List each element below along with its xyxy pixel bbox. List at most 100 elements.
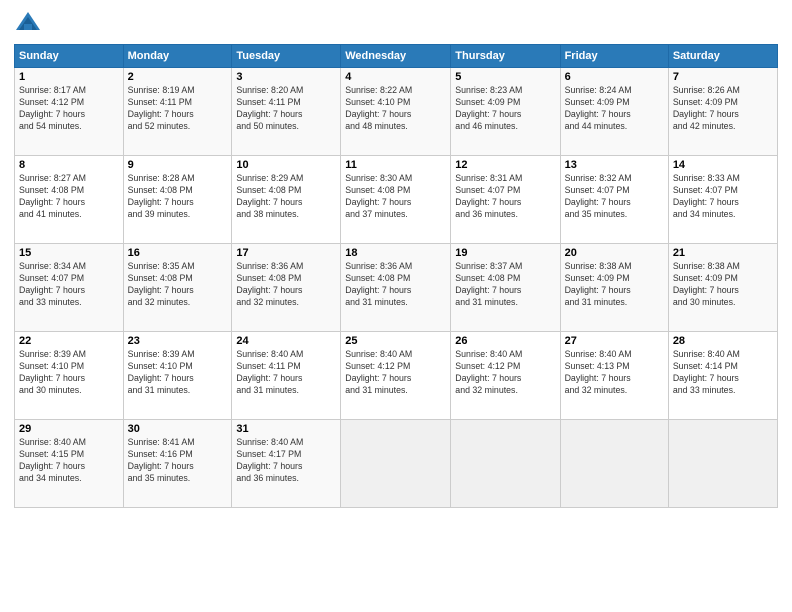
day-info: Sunrise: 8:20 AM Sunset: 4:11 PM Dayligh… <box>236 85 336 133</box>
calendar-cell: 25 Sunrise: 8:40 AM Sunset: 4:12 PM Dayli… <box>341 332 451 420</box>
calendar-week-row: 1 Sunrise: 8:17 AM Sunset: 4:12 PM Daylig… <box>15 68 778 156</box>
day-number: 20 <box>565 247 664 259</box>
calendar-week-row: 8 Sunrise: 8:27 AM Sunset: 4:08 PM Daylig… <box>15 156 778 244</box>
day-info: Sunrise: 8:39 AM Sunset: 4:10 PM Dayligh… <box>128 349 228 397</box>
calendar-cell: 8 Sunrise: 8:27 AM Sunset: 4:08 PM Daylig… <box>15 156 124 244</box>
calendar-cell: 2 Sunrise: 8:19 AM Sunset: 4:11 PM Daylig… <box>123 68 232 156</box>
day-number: 2 <box>128 71 228 83</box>
calendar-cell: 14 Sunrise: 8:33 AM Sunset: 4:07 PM Dayli… <box>668 156 777 244</box>
day-info: Sunrise: 8:38 AM Sunset: 4:09 PM Dayligh… <box>673 261 773 309</box>
calendar-cell: 6Sunrise: 8:24 AM Sunset: 4:09 PM Daylig… <box>560 68 668 156</box>
calendar-cell: 11 Sunrise: 8:30 AM Sunset: 4:08 PM Dayli… <box>341 156 451 244</box>
day-number: 8 <box>19 159 119 171</box>
calendar-cell: 24 Sunrise: 8:40 AM Sunset: 4:11 PM Dayli… <box>232 332 341 420</box>
day-info: Sunrise: 8:23 AM Sunset: 4:09 PM Dayligh… <box>455 85 555 133</box>
day-info: Sunrise: 8:40 AM Sunset: 4:11 PM Dayligh… <box>236 349 336 397</box>
calendar-cell: 15 Sunrise: 8:34 AM Sunset: 4:07 PM Dayli… <box>15 244 124 332</box>
calendar-week-row: 15 Sunrise: 8:34 AM Sunset: 4:07 PM Dayli… <box>15 244 778 332</box>
calendar-cell: 3 Sunrise: 8:20 AM Sunset: 4:11 PM Daylig… <box>232 68 341 156</box>
calendar-week-row: 22 Sunrise: 8:39 AM Sunset: 4:10 PM Dayli… <box>15 332 778 420</box>
dow-header: Saturday <box>668 45 777 68</box>
day-info: Sunrise: 8:40 AM Sunset: 4:12 PM Dayligh… <box>345 349 446 397</box>
day-number: 19 <box>455 247 555 259</box>
day-number: 11 <box>345 159 446 171</box>
day-number: 4 <box>345 71 446 83</box>
calendar-cell <box>668 420 777 508</box>
calendar-cell <box>560 420 668 508</box>
calendar-cell: 31Sunrise: 8:40 AM Sunset: 4:17 PM Dayli… <box>232 420 341 508</box>
calendar-cell: 19 Sunrise: 8:37 AM Sunset: 4:08 PM Dayli… <box>451 244 560 332</box>
day-number: 17 <box>236 247 336 259</box>
day-number: 13 <box>565 159 664 171</box>
calendar-cell <box>341 420 451 508</box>
calendar-cell: 20 Sunrise: 8:38 AM Sunset: 4:09 PM Dayli… <box>560 244 668 332</box>
logo-icon <box>14 10 42 38</box>
day-number: 27 <box>565 335 664 347</box>
day-info: Sunrise: 8:36 AM Sunset: 4:08 PM Dayligh… <box>345 261 446 309</box>
day-number: 15 <box>19 247 119 259</box>
calendar-cell: 9Sunrise: 8:28 AM Sunset: 4:08 PM Daylig… <box>123 156 232 244</box>
dow-header: Wednesday <box>341 45 451 68</box>
day-info: Sunrise: 8:41 AM Sunset: 4:16 PM Dayligh… <box>128 437 228 485</box>
day-info: Sunrise: 8:39 AM Sunset: 4:10 PM Dayligh… <box>19 349 119 397</box>
calendar-week-row: 29 Sunrise: 8:40 AM Sunset: 4:15 PM Dayli… <box>15 420 778 508</box>
calendar-cell: 16 Sunrise: 8:35 AM Sunset: 4:08 PM Dayli… <box>123 244 232 332</box>
day-info: Sunrise: 8:17 AM Sunset: 4:12 PM Dayligh… <box>19 85 119 133</box>
day-info: Sunrise: 8:34 AM Sunset: 4:07 PM Dayligh… <box>19 261 119 309</box>
main-container: SundayMondayTuesdayWednesdayThursdayFrid… <box>0 0 792 514</box>
calendar-cell: 17 Sunrise: 8:36 AM Sunset: 4:08 PM Dayli… <box>232 244 341 332</box>
day-number: 21 <box>673 247 773 259</box>
calendar-cell: 4 Sunrise: 8:22 AM Sunset: 4:10 PM Daylig… <box>341 68 451 156</box>
calendar-cell: 21 Sunrise: 8:38 AM Sunset: 4:09 PM Dayli… <box>668 244 777 332</box>
day-info: Sunrise: 8:35 AM Sunset: 4:08 PM Dayligh… <box>128 261 228 309</box>
day-number: 29 <box>19 423 119 435</box>
day-number: 7 <box>673 71 773 83</box>
day-number: 16 <box>128 247 228 259</box>
day-info: Sunrise: 8:37 AM Sunset: 4:08 PM Dayligh… <box>455 261 555 309</box>
day-info: Sunrise: 8:22 AM Sunset: 4:10 PM Dayligh… <box>345 85 446 133</box>
day-number: 26 <box>455 335 555 347</box>
day-info: Sunrise: 8:30 AM Sunset: 4:08 PM Dayligh… <box>345 173 446 221</box>
day-of-week-header: SundayMondayTuesdayWednesdayThursdayFrid… <box>15 45 778 68</box>
calendar-cell: 12 Sunrise: 8:31 AM Sunset: 4:07 PM Dayli… <box>451 156 560 244</box>
calendar-cell: 5Sunrise: 8:23 AM Sunset: 4:09 PM Daylig… <box>451 68 560 156</box>
calendar-cell: 29 Sunrise: 8:40 AM Sunset: 4:15 PM Dayli… <box>15 420 124 508</box>
calendar-cell: 27Sunrise: 8:40 AM Sunset: 4:13 PM Dayli… <box>560 332 668 420</box>
day-number: 30 <box>128 423 228 435</box>
day-info: Sunrise: 8:29 AM Sunset: 4:08 PM Dayligh… <box>236 173 336 221</box>
dow-header: Tuesday <box>232 45 341 68</box>
day-info: Sunrise: 8:33 AM Sunset: 4:07 PM Dayligh… <box>673 173 773 221</box>
day-number: 18 <box>345 247 446 259</box>
calendar-cell: 13 Sunrise: 8:32 AM Sunset: 4:07 PM Dayli… <box>560 156 668 244</box>
day-number: 22 <box>19 335 119 347</box>
day-info: Sunrise: 8:40 AM Sunset: 4:12 PM Dayligh… <box>455 349 555 397</box>
calendar-table: SundayMondayTuesdayWednesdayThursdayFrid… <box>14 44 778 508</box>
day-number: 3 <box>236 71 336 83</box>
day-info: Sunrise: 8:40 AM Sunset: 4:14 PM Dayligh… <box>673 349 773 397</box>
day-info: Sunrise: 8:19 AM Sunset: 4:11 PM Dayligh… <box>128 85 228 133</box>
day-number: 14 <box>673 159 773 171</box>
day-info: Sunrise: 8:40 AM Sunset: 4:15 PM Dayligh… <box>19 437 119 485</box>
day-info: Sunrise: 8:27 AM Sunset: 4:08 PM Dayligh… <box>19 173 119 221</box>
day-info: Sunrise: 8:38 AM Sunset: 4:09 PM Dayligh… <box>565 261 664 309</box>
calendar-cell: 30 Sunrise: 8:41 AM Sunset: 4:16 PM Dayli… <box>123 420 232 508</box>
day-number: 24 <box>236 335 336 347</box>
day-info: Sunrise: 8:32 AM Sunset: 4:07 PM Dayligh… <box>565 173 664 221</box>
day-info: Sunrise: 8:28 AM Sunset: 4:08 PM Dayligh… <box>128 173 228 221</box>
calendar-cell: 28Sunrise: 8:40 AM Sunset: 4:14 PM Dayli… <box>668 332 777 420</box>
day-info: Sunrise: 8:26 AM Sunset: 4:09 PM Dayligh… <box>673 85 773 133</box>
dow-header: Friday <box>560 45 668 68</box>
day-info: Sunrise: 8:36 AM Sunset: 4:08 PM Dayligh… <box>236 261 336 309</box>
day-number: 10 <box>236 159 336 171</box>
day-number: 12 <box>455 159 555 171</box>
day-number: 1 <box>19 71 119 83</box>
calendar-cell: 26 Sunrise: 8:40 AM Sunset: 4:12 PM Dayli… <box>451 332 560 420</box>
calendar-cell: 1 Sunrise: 8:17 AM Sunset: 4:12 PM Daylig… <box>15 68 124 156</box>
day-number: 25 <box>345 335 446 347</box>
day-info: Sunrise: 8:31 AM Sunset: 4:07 PM Dayligh… <box>455 173 555 221</box>
dow-header: Monday <box>123 45 232 68</box>
calendar-cell: 7 Sunrise: 8:26 AM Sunset: 4:09 PM Daylig… <box>668 68 777 156</box>
day-number: 23 <box>128 335 228 347</box>
calendar-cell <box>451 420 560 508</box>
calendar-cell: 18 Sunrise: 8:36 AM Sunset: 4:08 PM Dayli… <box>341 244 451 332</box>
